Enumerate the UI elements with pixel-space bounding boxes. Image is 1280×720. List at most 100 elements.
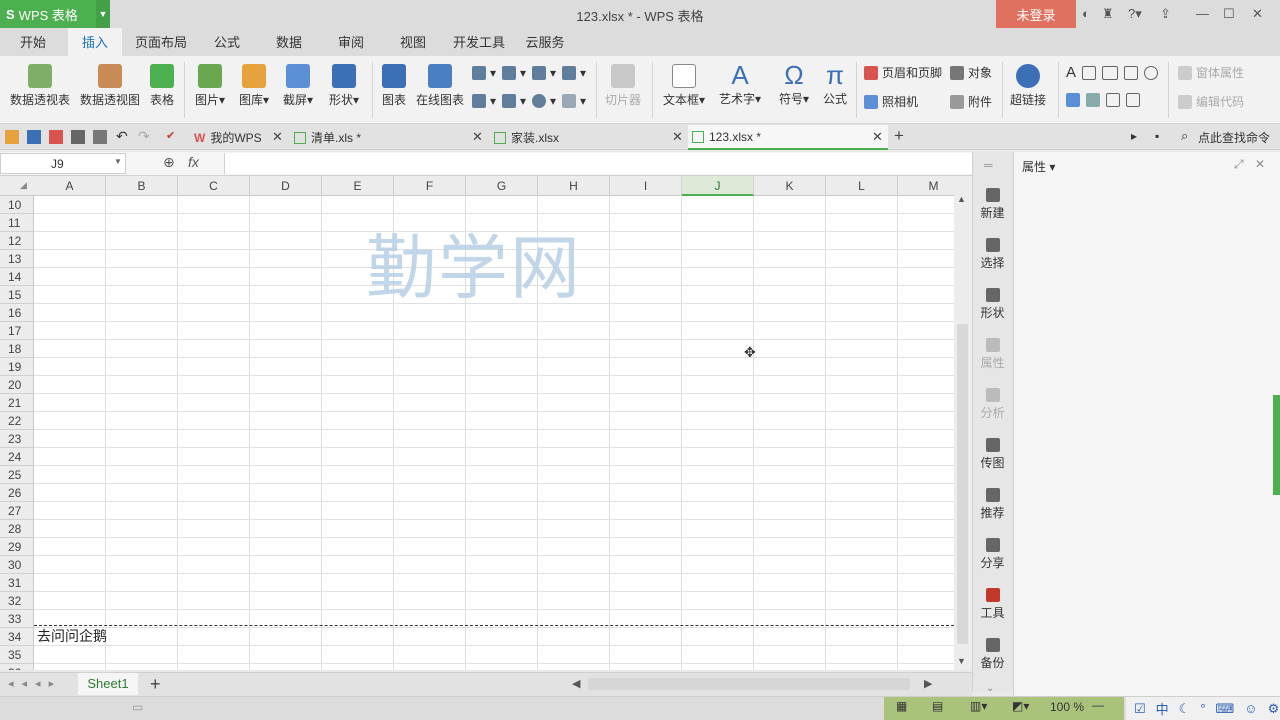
scroll-right-icon[interactable]: ▶ bbox=[924, 677, 932, 690]
row-header[interactable]: 19 bbox=[0, 358, 34, 376]
login-button[interactable]: 未登录 bbox=[996, 0, 1076, 28]
name-box[interactable]: J9 bbox=[0, 153, 126, 174]
tab-123[interactable]: 123.xlsx * bbox=[688, 125, 888, 150]
undo-icon[interactable]: ↶ bbox=[116, 128, 130, 144]
column-header[interactable]: D bbox=[250, 176, 322, 196]
row-header[interactable]: 13 bbox=[0, 250, 34, 268]
scatter-chart-dropdown[interactable]: ▾ bbox=[562, 94, 586, 108]
collapse-handle-icon[interactable]: ═ bbox=[984, 158, 993, 172]
form-controls-row1[interactable]: A bbox=[1066, 64, 1159, 81]
zoom-level[interactable]: 100 % bbox=[1050, 700, 1084, 714]
column-header[interactable]: J bbox=[682, 176, 754, 196]
punctuation-icon[interactable]: ° bbox=[1200, 701, 1205, 716]
tab-qingdan[interactable]: 清单.xls * bbox=[290, 125, 480, 150]
menu-formula[interactable]: 公式 bbox=[204, 28, 250, 56]
macro-record-icon[interactable]: ▭ bbox=[132, 700, 143, 714]
symbol-button[interactable]: Ω 符号▾ bbox=[776, 60, 812, 107]
search-command-link[interactable]: 点此查找命令 bbox=[1198, 129, 1270, 146]
column-header[interactable]: G bbox=[466, 176, 538, 196]
select-all-icon[interactable]: ◢ bbox=[20, 180, 27, 191]
column-chart-dropdown[interactable]: ▾ bbox=[472, 66, 496, 80]
minimize-icon[interactable]: — bbox=[1196, 6, 1209, 21]
header-footer-button[interactable]: 页眉和页脚 bbox=[864, 64, 942, 81]
row-header[interactable]: 25 bbox=[0, 466, 34, 484]
table-button[interactable]: 表格 bbox=[146, 64, 178, 108]
column-header[interactable]: H bbox=[538, 176, 610, 196]
shape-button[interactable]: 形状▾ bbox=[322, 64, 366, 108]
chevron-down-icon[interactable]: ▼ bbox=[114, 157, 122, 166]
menu-data[interactable]: 数据 bbox=[266, 28, 312, 56]
spreadsheet-grid[interactable]: ◢ ABCDEFGHIJKLM 10 11 12 13 14 15 16 17 18 19 20 21… bbox=[0, 176, 954, 670]
row-header[interactable]: 12 bbox=[0, 232, 34, 250]
menu-developer[interactable]: 开发工具 bbox=[448, 28, 510, 56]
shirt-icon[interactable]: ♜ bbox=[1102, 6, 1114, 22]
column-header[interactable]: I bbox=[610, 176, 682, 196]
maximize-icon[interactable]: ☐ bbox=[1223, 6, 1235, 22]
close-icon[interactable]: ✕ bbox=[472, 129, 483, 145]
export-pdf-icon[interactable] bbox=[49, 130, 63, 144]
bar-chart-dropdown[interactable]: ▾ bbox=[502, 66, 526, 80]
upload-icon[interactable]: ⇪ bbox=[1160, 6, 1171, 22]
vertical-scroll-thumb[interactable] bbox=[957, 324, 968, 644]
backup-doc-icon[interactable]: ▪ bbox=[1155, 129, 1169, 143]
close-icon[interactable]: ✕ bbox=[1255, 157, 1265, 171]
help-icon[interactable]: ?▾ bbox=[1128, 6, 1142, 22]
pivot-table-button[interactable]: 数据透视表 bbox=[8, 64, 72, 108]
row-header[interactable]: 30 bbox=[0, 556, 34, 574]
cell-a34[interactable]: 去问问企鹅 bbox=[37, 626, 107, 646]
line-chart-dropdown[interactable]: ▾ bbox=[532, 66, 556, 80]
search-icon[interactable]: ⌕ bbox=[1181, 128, 1195, 143]
screenshot-button[interactable]: 截屏▾ bbox=[278, 64, 318, 108]
menu-review[interactable]: 审阅 bbox=[328, 28, 374, 56]
close-icon[interactable]: ✕ bbox=[672, 129, 683, 145]
column-header[interactable]: M bbox=[898, 176, 954, 196]
row-header[interactable]: 16 bbox=[0, 304, 34, 322]
sidebar-item-tools[interactable]: 工具 bbox=[972, 588, 1013, 621]
scroll-down-icon[interactable]: ▼ bbox=[957, 656, 966, 666]
reading-mode-icon[interactable]: ◩▾ bbox=[1012, 699, 1029, 713]
column-header[interactable]: A bbox=[34, 176, 106, 196]
skin-icon[interactable]: ◐ bbox=[1082, 6, 1090, 21]
column-header[interactable]: L bbox=[826, 176, 898, 196]
button-control-icon[interactable] bbox=[1102, 65, 1119, 80]
chevron-down-icon[interactable]: ⌄ bbox=[986, 683, 994, 694]
sidebar-item-backup[interactable]: 备份 bbox=[972, 638, 1013, 671]
close-icon[interactable]: ✕ bbox=[872, 129, 883, 145]
column-header[interactable]: E bbox=[322, 176, 394, 196]
print-preview-icon[interactable] bbox=[93, 130, 107, 144]
pie-chart-dropdown[interactable]: ▾ bbox=[532, 94, 556, 108]
radar-chart-dropdown[interactable]: ▾ bbox=[562, 66, 586, 80]
ime-mode-label[interactable]: 中 bbox=[1156, 699, 1169, 718]
scroll-up-icon[interactable]: ▲ bbox=[957, 194, 966, 204]
scrollbar-control-icon[interactable] bbox=[1126, 93, 1140, 107]
sheet-tab-sheet1[interactable]: Sheet1 bbox=[78, 673, 138, 695]
fx-icon[interactable]: fx bbox=[188, 154, 199, 170]
row-header[interactable]: 18 bbox=[0, 340, 34, 358]
combobox-icon[interactable] bbox=[1086, 93, 1100, 107]
sheet-nav-arrows-icon[interactable]: ◂◂◂▸ bbox=[8, 677, 62, 690]
save-icon[interactable] bbox=[27, 130, 41, 144]
object-button[interactable]: 对象 bbox=[950, 64, 992, 81]
share-doc-icon[interactable]: ▸ bbox=[1131, 129, 1145, 143]
sidebar-item-share[interactable]: 分享 bbox=[972, 538, 1013, 571]
new-tab-plus-icon[interactable]: + bbox=[894, 126, 904, 146]
radio-control-icon[interactable] bbox=[1144, 65, 1159, 80]
horizontal-scroll-thumb[interactable] bbox=[588, 678, 910, 690]
row-header[interactable]: 22 bbox=[0, 412, 34, 430]
scroll-left-icon[interactable]: ◀ bbox=[572, 677, 580, 690]
row-header[interactable]: 34 bbox=[0, 628, 34, 646]
row-header[interactable]: 31 bbox=[0, 574, 34, 592]
column-header[interactable]: F bbox=[394, 176, 466, 196]
row-header[interactable]: 20 bbox=[0, 376, 34, 394]
keyboard-icon[interactable]: ⌨ bbox=[1216, 701, 1235, 717]
row-header[interactable]: 10 bbox=[0, 196, 34, 214]
tab-jiazhuang[interactable]: 家装.xlsx bbox=[490, 125, 680, 150]
picture-button[interactable]: 图片▾ bbox=[190, 64, 230, 108]
print-icon[interactable] bbox=[71, 130, 85, 144]
area-chart-dropdown[interactable]: ▾ bbox=[472, 94, 496, 108]
row-header[interactable]: 21 bbox=[0, 394, 34, 412]
listbox-icon[interactable] bbox=[1066, 93, 1080, 107]
ime-check-icon[interactable]: ☑ bbox=[1134, 701, 1146, 717]
sidebar-item-recommend[interactable]: 推荐 bbox=[972, 488, 1013, 521]
properties-panel-title[interactable]: 属性 ▾ bbox=[1022, 158, 1055, 175]
